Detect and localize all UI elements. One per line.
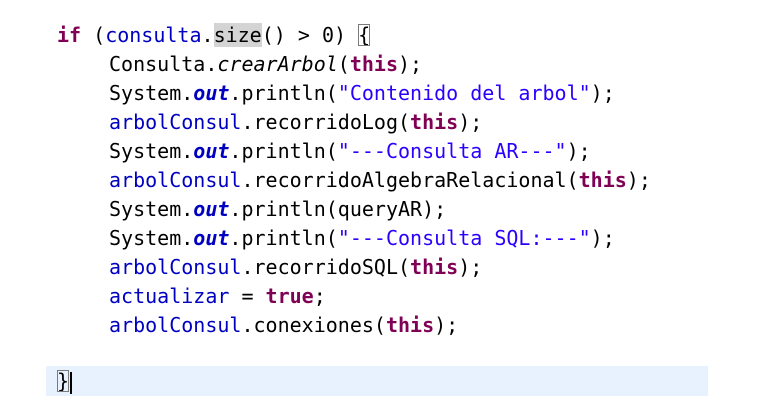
code-line-1[interactable]: if (consulta.size() > 0) { — [57, 21, 371, 49]
variable-arbolConsul: arbolConsul — [109, 313, 242, 337]
code-line-8[interactable]: System.out.println("---Consulta SQL:---"… — [109, 224, 615, 252]
keyword-this: this — [410, 110, 459, 134]
code-token: ); — [398, 52, 423, 76]
code-line-6[interactable]: arbolConsul.recorridoAlgebraRelacional(t… — [109, 166, 651, 194]
code-token: .recorridoAlgebraRelacional( — [241, 168, 579, 192]
static-field-out: out — [193, 197, 230, 221]
code-token: = — [229, 284, 266, 308]
current-line-highlight — [46, 366, 708, 396]
code-token: .println( — [229, 81, 338, 105]
class-consulta: Consulta. — [109, 52, 218, 76]
code-line-5[interactable]: System.out.println("---Consulta AR---"); — [109, 137, 591, 165]
matching-brace-open: { — [358, 23, 371, 47]
code-token: ; — [313, 284, 326, 308]
class-system: System. — [109, 139, 194, 163]
code-token: () > 0) — [261, 23, 359, 47]
keyword-this: this — [385, 313, 435, 337]
variable-actualizar: actualizar — [109, 284, 230, 308]
static-field-out: out — [193, 139, 230, 163]
code-token: .recorridoLog( — [241, 110, 411, 134]
method-size-highlighted: size — [213, 23, 262, 47]
keyword-this: this — [410, 255, 459, 279]
code-token: ); — [458, 255, 483, 279]
variable-arbolConsul: arbolConsul — [109, 110, 242, 134]
code-token: .conexiones( — [241, 313, 386, 337]
keyword-this: this — [578, 168, 627, 192]
code-line-2[interactable]: Consulta.crearArbol(this); — [109, 50, 422, 78]
string-literal: "Contenido del arbol" — [337, 81, 591, 105]
variable-arbolConsul: arbolConsul — [109, 255, 242, 279]
code-token: .println(queryAR); — [229, 197, 447, 221]
keyword-this: this — [349, 52, 399, 76]
code-token: .println( — [229, 226, 338, 250]
string-literal: "---Consulta AR---" — [337, 139, 567, 163]
class-system: System. — [109, 81, 194, 105]
code-token: ); — [458, 110, 483, 134]
code-token: .recorridoSQL( — [241, 255, 411, 279]
variable-consulta: consulta — [105, 23, 202, 47]
code-line-4[interactable]: arbolConsul.recorridoLog(this); — [109, 108, 482, 136]
class-system: System. — [109, 197, 194, 221]
code-token: ); — [590, 226, 615, 250]
static-field-out: out — [193, 81, 230, 105]
class-system: System. — [109, 226, 194, 250]
static-method-crearArbol: crearArbol — [217, 52, 338, 76]
code-line-13[interactable]: } — [57, 367, 73, 395]
keyword-if: if — [57, 23, 82, 47]
code-line-9[interactable]: arbolConsul.recorridoSQL(this); — [109, 253, 482, 281]
code-editor[interactable]: if (consulta.size() > 0) { Consulta.crea… — [0, 0, 781, 411]
code-token: . — [201, 23, 214, 47]
matching-brace-close: } — [57, 369, 70, 393]
variable-arbolConsul: arbolConsul — [109, 168, 242, 192]
string-literal: "---Consulta SQL:---" — [337, 226, 591, 250]
code-line-10[interactable]: actualizar = true; — [109, 282, 326, 310]
code-token: ); — [434, 313, 459, 337]
code-token: ); — [626, 168, 651, 192]
code-token: ( — [337, 52, 350, 76]
code-line-3[interactable]: System.out.println("Contenido del arbol"… — [109, 79, 615, 107]
code-token: ( — [81, 23, 106, 47]
text-caret — [70, 371, 73, 394]
code-line-11[interactable]: arbolConsul.conexiones(this); — [109, 311, 458, 339]
code-token: ); — [566, 139, 591, 163]
code-token: .println( — [229, 139, 338, 163]
code-token: ); — [590, 81, 615, 105]
static-field-out: out — [193, 226, 230, 250]
code-line-7[interactable]: System.out.println(queryAR); — [109, 195, 446, 223]
keyword-true: true — [265, 284, 314, 308]
